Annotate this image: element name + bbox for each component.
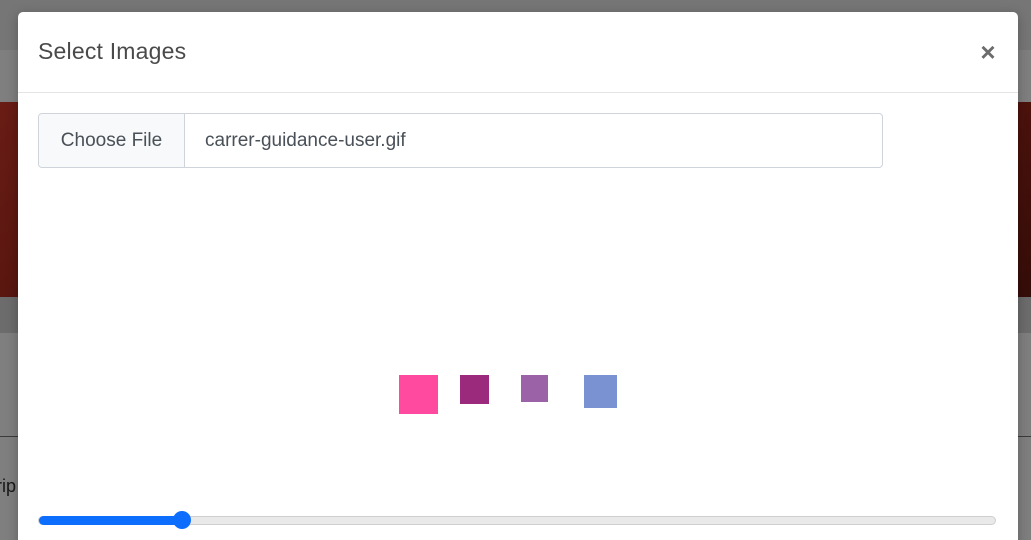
loader-square-3 (521, 375, 548, 402)
loader-square-2 (460, 375, 489, 404)
slider-fill (39, 516, 183, 525)
choose-file-button[interactable]: Choose File (39, 114, 185, 167)
selected-file-name: carrer-guidance-user.gif (205, 129, 406, 151)
loader-square-4 (584, 375, 617, 408)
slider-handle[interactable] (173, 511, 192, 529)
close-icon[interactable]: × (976, 36, 1000, 68)
select-images-modal: Select Images × Choose File carrer-guida… (18, 12, 1018, 540)
modal-header: Select Images × (18, 12, 1018, 93)
loader-square-1 (399, 375, 438, 414)
zoom-slider[interactable] (38, 511, 996, 529)
modal-title: Select Images (38, 38, 187, 64)
file-input[interactable]: Choose File carrer-guidance-user.gif (38, 113, 883, 168)
